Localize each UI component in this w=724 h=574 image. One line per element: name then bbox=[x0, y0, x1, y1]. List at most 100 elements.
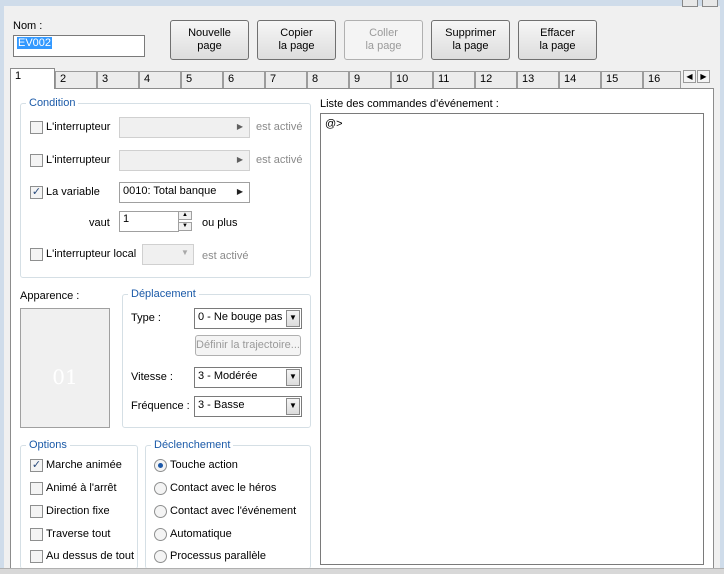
tab-page-1[interactable]: 1 bbox=[10, 68, 55, 89]
walking-anim-label: Marche animée bbox=[46, 459, 122, 471]
tab-page-10[interactable]: 10 bbox=[391, 71, 433, 88]
tab-page-14[interactable]: 14 bbox=[559, 71, 601, 88]
title-bar bbox=[0, 0, 724, 6]
local-switch-select[interactable]: ▼ bbox=[142, 244, 194, 265]
condition-title: Condition bbox=[26, 97, 79, 109]
trigger-autorun-label: Automatique bbox=[170, 528, 232, 540]
appearance-preview[interactable]: 01 bbox=[20, 308, 110, 428]
spin-up-icon[interactable]: ▲ bbox=[178, 211, 192, 220]
variable-select[interactable]: 0010: Total banque ▶ bbox=[119, 182, 250, 203]
window-frame-right bbox=[720, 0, 724, 574]
tab-scroll-left-icon[interactable]: ◀ bbox=[683, 70, 696, 83]
tab-label: 14 bbox=[564, 73, 577, 85]
commands-label: Liste des commandes d'événement : bbox=[320, 98, 499, 110]
chevron-down-icon: ▼ bbox=[286, 369, 300, 386]
tab-page-6[interactable]: 6 bbox=[223, 71, 265, 88]
appearance-label: Apparence : bbox=[20, 290, 80, 302]
tab-page-11[interactable]: 11 bbox=[433, 71, 475, 88]
close-button[interactable] bbox=[702, 0, 718, 7]
tab-page-8[interactable]: 8 bbox=[307, 71, 349, 88]
chevron-down-icon: ▼ bbox=[286, 398, 300, 415]
clear-page-button[interactable]: Effacer la page bbox=[518, 20, 597, 60]
variable-value: 0010: Total banque bbox=[123, 185, 217, 197]
trigger-player-touch-radio[interactable] bbox=[154, 482, 167, 495]
page-tabs: 1 2 3 4 5 6 7 8 9 10 11 12 13 14 15 16 ◀… bbox=[10, 68, 712, 89]
direction-fix-label: Direction fixe bbox=[46, 505, 110, 517]
tab-page-3[interactable]: 3 bbox=[97, 71, 139, 88]
tab-label: 15 bbox=[606, 73, 619, 85]
tab-page-13[interactable]: 13 bbox=[517, 71, 559, 88]
paste-page-button[interactable]: Coller la page bbox=[344, 20, 423, 60]
local-switch-checkbox[interactable] bbox=[30, 248, 43, 261]
movement-title: Déplacement bbox=[128, 288, 199, 300]
chevron-down-icon: ▼ bbox=[286, 310, 300, 327]
name-label: Nom : bbox=[13, 20, 43, 32]
trigger-action-radio[interactable] bbox=[154, 459, 167, 472]
tab-scroll-right-icon[interactable]: ▶ bbox=[697, 70, 710, 83]
switch2-select[interactable]: ▶ bbox=[119, 150, 250, 171]
variable-checkbox[interactable]: ✓ bbox=[30, 186, 43, 199]
define-route-button[interactable]: Définir la trajectoire... bbox=[195, 335, 301, 356]
delete-page-label-1: Supprimer bbox=[445, 27, 496, 39]
delete-page-button[interactable]: Supprimer la page bbox=[431, 20, 510, 60]
command-item[interactable]: @> bbox=[325, 118, 343, 130]
ou-plus-label: ou plus bbox=[202, 217, 238, 229]
type-value: 0 - Ne bouge pas bbox=[198, 311, 283, 323]
variable-label: La variable bbox=[46, 186, 100, 198]
tab-page-16[interactable]: 16 bbox=[643, 71, 681, 88]
variable-arrow-icon: ▶ bbox=[236, 187, 244, 196]
frequency-select[interactable]: 3 - Basse ▼ bbox=[194, 396, 302, 417]
local-switch-label: L'interrupteur local bbox=[46, 248, 137, 260]
tab-label: 3 bbox=[102, 73, 109, 85]
stepping-anim-checkbox[interactable] bbox=[30, 482, 43, 495]
always-on-top-checkbox[interactable] bbox=[30, 550, 43, 563]
through-label: Traverse tout bbox=[46, 528, 111, 540]
speed-select[interactable]: 3 - Modérée ▼ bbox=[194, 367, 302, 388]
frequency-value: 3 - Basse bbox=[198, 399, 245, 411]
tab-label: 6 bbox=[228, 73, 235, 85]
tab-page-4[interactable]: 4 bbox=[139, 71, 181, 88]
type-label: Type : bbox=[131, 312, 161, 324]
copy-page-button[interactable]: Copier la page bbox=[257, 20, 336, 60]
direction-fix-checkbox[interactable] bbox=[30, 505, 43, 518]
tab-label: 5 bbox=[186, 73, 193, 85]
switch1-select[interactable]: ▶ bbox=[119, 117, 250, 138]
tab-page-15[interactable]: 15 bbox=[601, 71, 643, 88]
switch2-checkbox[interactable] bbox=[30, 154, 43, 167]
spin-down-icon[interactable]: ▼ bbox=[178, 222, 192, 231]
speed-label: Vitesse : bbox=[131, 371, 173, 383]
tab-label: 13 bbox=[522, 73, 535, 85]
new-page-button[interactable]: Nouvelle page bbox=[170, 20, 249, 60]
trigger-event-touch-label: Contact avec l'événement bbox=[170, 505, 297, 517]
switch2-arrow-icon: ▶ bbox=[236, 155, 244, 164]
type-select[interactable]: 0 - Ne bouge pas ▼ bbox=[194, 308, 302, 329]
walking-anim-checkbox[interactable]: ✓ bbox=[30, 459, 43, 472]
name-input[interactable]: EV002 bbox=[13, 35, 145, 57]
trigger-autorun-radio[interactable] bbox=[154, 528, 167, 541]
tab-page-5[interactable]: 5 bbox=[181, 71, 223, 88]
tab-page-9[interactable]: 9 bbox=[349, 71, 391, 88]
tab-label: 11 bbox=[438, 73, 450, 85]
tab-page-12[interactable]: 12 bbox=[475, 71, 517, 88]
always-on-top-label: Au dessus de tout bbox=[46, 550, 135, 562]
speed-value: 3 - Modérée bbox=[198, 370, 258, 382]
tab-page-7[interactable]: 7 bbox=[265, 71, 307, 88]
trigger-parallel-radio[interactable] bbox=[154, 550, 167, 563]
tab-label: 7 bbox=[270, 73, 277, 85]
through-checkbox[interactable] bbox=[30, 528, 43, 541]
help-button[interactable] bbox=[682, 0, 698, 7]
switch1-checkbox[interactable] bbox=[30, 121, 43, 134]
appearance-preview-text: 01 bbox=[52, 365, 78, 389]
command-list[interactable]: @> bbox=[320, 113, 704, 565]
vaut-input[interactable]: 1 bbox=[119, 211, 179, 232]
trigger-event-touch-radio[interactable] bbox=[154, 505, 167, 518]
tab-page-2[interactable]: 2 bbox=[55, 71, 97, 88]
vaut-value: 1 bbox=[123, 213, 130, 225]
vaut-spinner[interactable]: ▲ ▼ bbox=[178, 211, 192, 231]
stepping-anim-label: Animé à l'arrêt bbox=[46, 482, 117, 494]
check-mark-icon: ✓ bbox=[31, 186, 42, 198]
tab-label: 9 bbox=[354, 73, 361, 85]
trigger-action-label: Touche action bbox=[170, 459, 238, 471]
copy-page-label-2: la page bbox=[278, 40, 315, 52]
trigger-parallel-label: Processus parallèle bbox=[170, 550, 266, 562]
